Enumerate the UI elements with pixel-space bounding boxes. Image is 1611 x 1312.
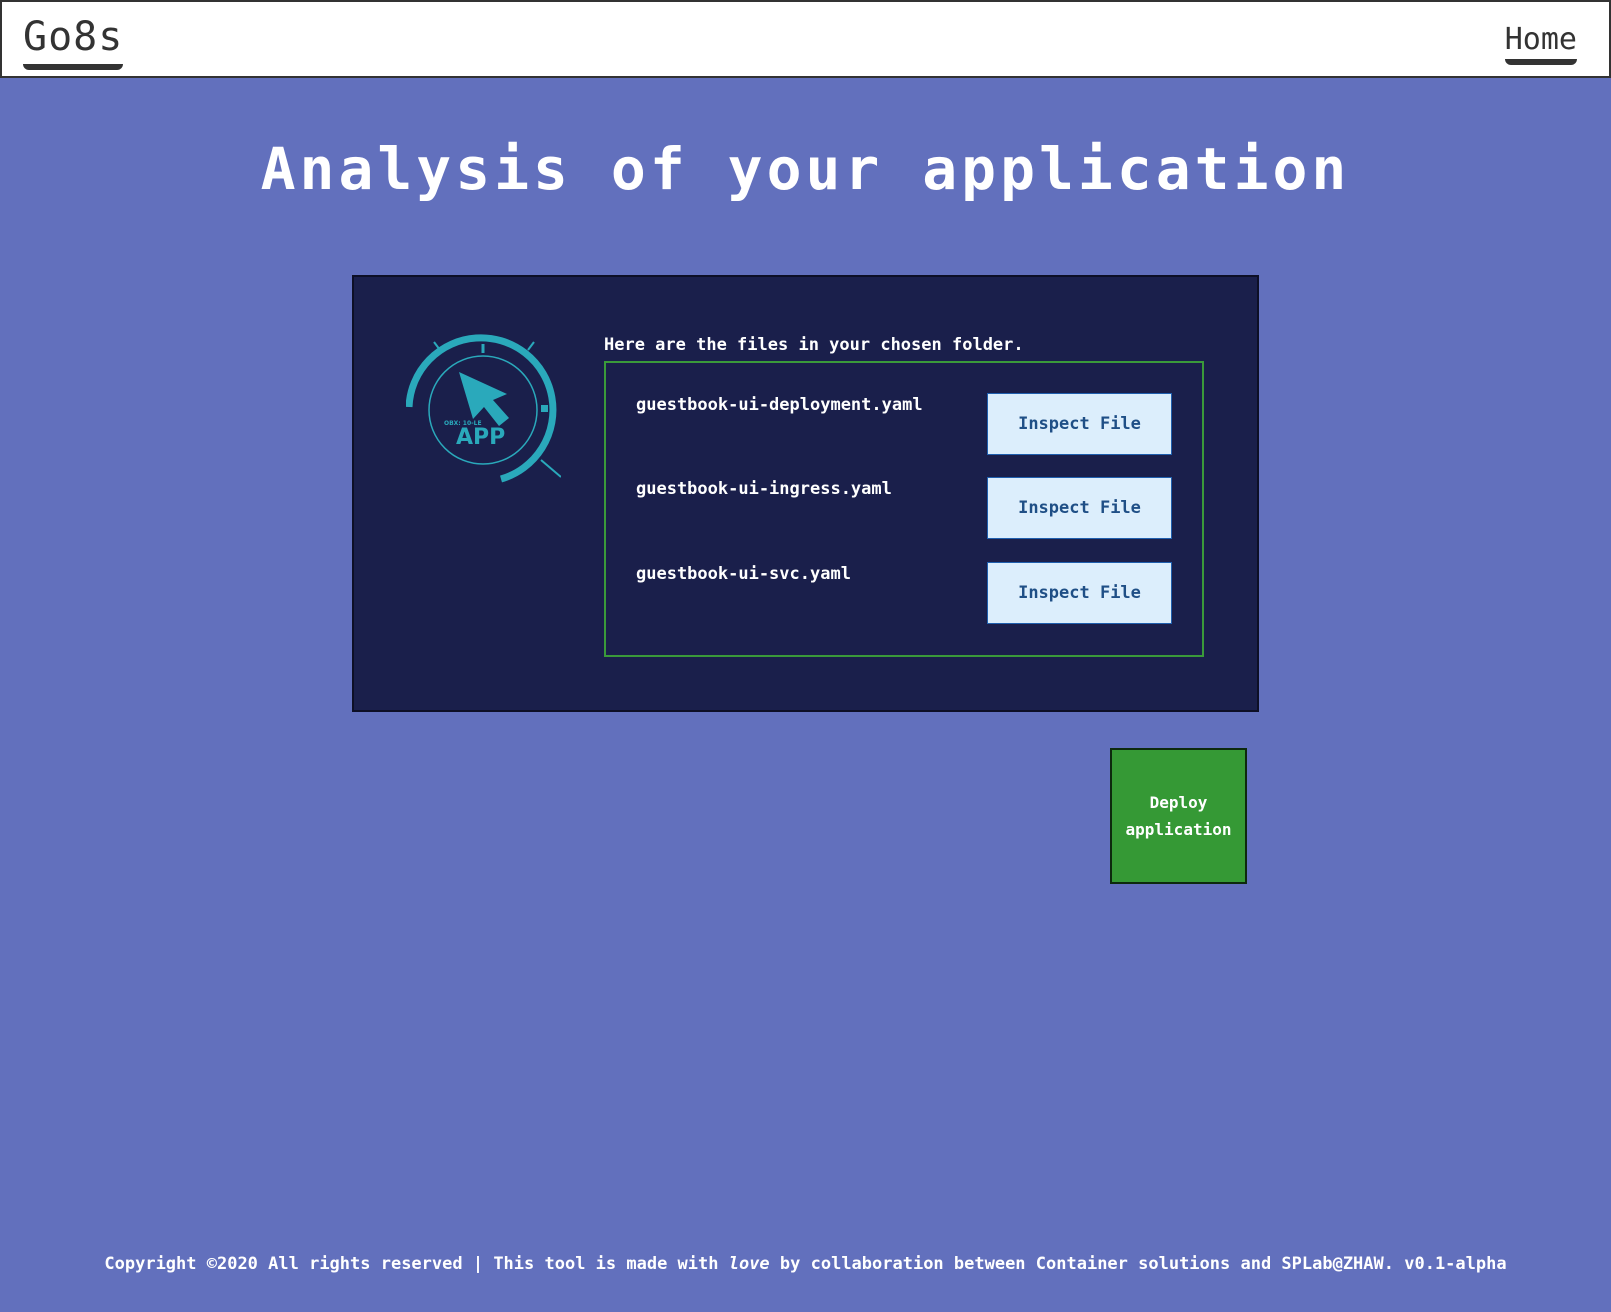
brand-logo-text[interactable]: Go8s <box>23 14 124 70</box>
file-name: guestbook-ui-svc.yaml <box>636 564 851 584</box>
inspect-file-button[interactable]: Inspect File <box>987 477 1172 539</box>
app-logo-icon: OBX: 10-LE APP <box>406 334 561 483</box>
footer-love-text: love <box>728 1254 770 1274</box>
app-logo-text: APP <box>456 425 505 450</box>
footer-text-end: by collaboration between Container solut… <box>769 1254 1507 1274</box>
inspect-file-button[interactable]: Inspect File <box>987 393 1172 455</box>
analysis-panel: OBX: 10-LE APP Here are the files in you… <box>352 275 1259 712</box>
file-name: guestbook-ui-ingress.yaml <box>636 479 892 499</box>
deploy-label-line1: Deploy <box>1149 793 1208 812</box>
file-row: guestbook-ui-svc.yaml Inspect File <box>606 562 1202 624</box>
inspect-file-button[interactable]: Inspect File <box>987 562 1172 624</box>
files-intro-text: Here are the files in your chosen folder… <box>604 335 1024 355</box>
footer-text-start: Copyright ©2020 All rights reserved | Th… <box>104 1254 729 1274</box>
file-row: guestbook-ui-deployment.yaml Inspect Fil… <box>606 393 1202 455</box>
footer: Copyright ©2020 All rights reserved | Th… <box>0 1254 1611 1274</box>
deploy-application-button[interactable]: Deploy application <box>1110 748 1247 884</box>
file-name: guestbook-ui-deployment.yaml <box>636 395 923 415</box>
home-link[interactable]: Home <box>1504 22 1578 65</box>
top-navbar: Go8s Home <box>0 0 1611 78</box>
file-list: guestbook-ui-deployment.yaml Inspect Fil… <box>604 361 1204 657</box>
deploy-label-line2: application <box>1125 820 1232 839</box>
file-row: guestbook-ui-ingress.yaml Inspect File <box>606 477 1202 539</box>
page-title: Analysis of your application <box>260 135 1351 203</box>
